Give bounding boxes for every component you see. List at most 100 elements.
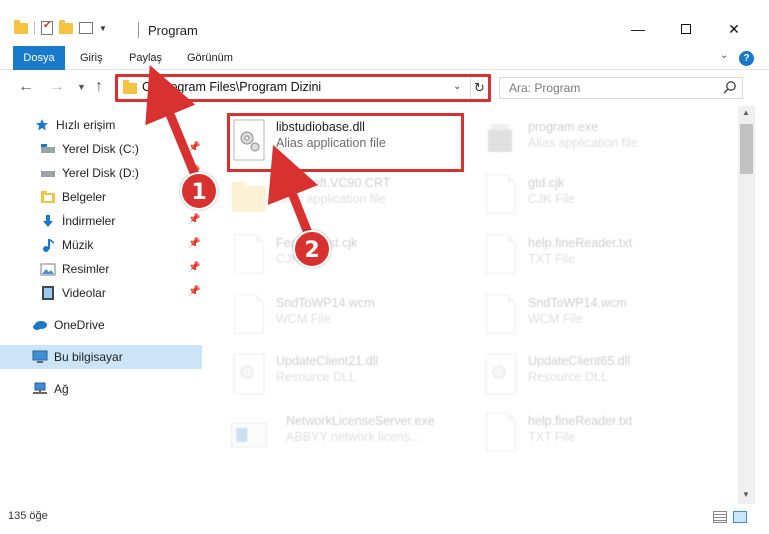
- file-tile-updateclient21[interactable]: UpdateClient21.dll Resource DLL: [230, 348, 470, 404]
- sidebar-item-music[interactable]: Müzik 📌: [0, 233, 202, 257]
- cloud-icon: [32, 317, 48, 333]
- pictures-icon: [40, 261, 56, 277]
- file-name: Microsoft.VC90.CRT: [276, 176, 391, 190]
- chevron-down-icon[interactable]: ▼: [99, 24, 107, 33]
- search-placeholder: Ara: Program: [509, 81, 581, 95]
- search-input[interactable]: Ara: Program: [499, 77, 743, 99]
- toolbar-divider: [34, 21, 35, 35]
- dll-gear-icon: [233, 353, 265, 395]
- folder-icon: [123, 80, 137, 94]
- sidebar-item-documents[interactable]: Belgeler 📌: [0, 185, 202, 209]
- properties-check-icon[interactable]: [41, 20, 53, 35]
- pin-icon[interactable]: 📌: [188, 214, 200, 225]
- file-name: help.fineReader.txt: [528, 236, 633, 250]
- file-type: Resource DLL: [276, 370, 356, 384]
- file-tile-vc90-folder[interactable]: Microsoft.VC90.CRT Alias application fil…: [230, 170, 470, 226]
- download-icon: [40, 213, 56, 229]
- file-tile-help-txt[interactable]: help.fineReader.txt TXT File: [482, 230, 722, 286]
- sidebar-item-videos[interactable]: Videolar 📌: [0, 281, 202, 305]
- window-title: Program: [148, 23, 198, 38]
- sidebar-item-this-pc[interactable]: Bu bilgisayar: [0, 345, 202, 369]
- back-button[interactable]: ←: [18, 78, 34, 96]
- file-type: Resource DLL: [528, 370, 608, 384]
- large-icons-view-icon[interactable]: [733, 511, 747, 523]
- sidebar-item-local-disk-d[interactable]: Yerel Disk (D:) 📌: [0, 161, 202, 185]
- file-tile-updateclient65[interactable]: UpdateClient65.dll Resource DLL: [482, 348, 722, 404]
- file-type: Alias application file: [276, 192, 386, 206]
- file-name: UpdateClient21.dll: [276, 354, 379, 368]
- star-icon: [34, 117, 50, 133]
- callout-step-2: 2: [293, 230, 331, 268]
- status-bar: 135 öğe: [0, 504, 769, 534]
- recent-locations-chevron-icon[interactable]: ▼: [77, 82, 86, 92]
- file-name: program.exe: [528, 120, 599, 134]
- sidebar-item-label: Videolar: [62, 286, 106, 300]
- scroll-up-icon[interactable]: ▲: [742, 108, 750, 117]
- file-tile-program-exe[interactable]: program.exe Alias application file: [482, 114, 722, 170]
- search-icon[interactable]: [722, 80, 738, 96]
- file-tile-sndtowp14-b[interactable]: SndToWP14.wcm WCM File: [482, 290, 722, 346]
- file-tile-sndtowp14-a[interactable]: SndToWP14.wcm WCM File: [230, 290, 470, 346]
- sidebar-item-label: Müzik: [62, 238, 94, 252]
- up-button[interactable]: ↑: [95, 78, 103, 96]
- sidebar-item-label: Resimler: [62, 262, 110, 276]
- sidebar-item-pictures[interactable]: Resimler 📌: [0, 257, 202, 281]
- file-icon: [482, 174, 520, 220]
- file-type: Alias application file: [528, 136, 638, 150]
- file-type: ABBYY network licens...: [286, 430, 421, 444]
- tab-view[interactable]: Görünüm: [187, 47, 233, 69]
- callout-step-1: 1: [180, 172, 218, 210]
- video-icon: [40, 285, 56, 301]
- sidebar-item-local-disk-c[interactable]: Yerel Disk (C:) 📌: [0, 137, 202, 161]
- item-count: 135 öğe: [8, 510, 48, 522]
- sidebar-item-label: Hızlı erişim: [56, 118, 116, 132]
- file-icon: [482, 234, 520, 280]
- maximize-icon: [681, 24, 691, 34]
- sidebar-item-onedrive[interactable]: OneDrive: [0, 313, 202, 337]
- sidebar-item-label: Bu bilgisayar: [54, 350, 123, 364]
- address-path[interactable]: C:\Program Files\Program Dizini: [142, 80, 321, 94]
- tab-share[interactable]: Paylaş: [129, 47, 162, 69]
- drive-icon: [40, 165, 56, 181]
- sidebar-item-quick-access[interactable]: Hızlı erişim: [0, 113, 202, 137]
- file-type: TXT File: [528, 252, 575, 266]
- details-view-icon[interactable]: [713, 511, 727, 523]
- vertical-scrollbar[interactable]: ▲ ▼: [738, 106, 755, 504]
- pin-icon[interactable]: 📌: [188, 262, 200, 273]
- file-type: CJK File: [528, 192, 576, 206]
- file-tile-networklicenseserver[interactable]: NetworkLicenseServer.exe ABBYY network l…: [230, 408, 470, 464]
- refresh-button[interactable]: ↻: [470, 77, 488, 99]
- scroll-thumb[interactable]: [740, 124, 753, 174]
- maximize-button[interactable]: [663, 14, 709, 44]
- file-name: UpdateClient65.dll: [528, 354, 631, 368]
- forward-button[interactable]: →: [49, 78, 65, 96]
- sidebar-item-label: OneDrive: [54, 318, 105, 332]
- navigation-pane: Hızlı erişim Yerel Disk (C:) 📌 Yerel Dis…: [0, 106, 206, 504]
- scroll-down-icon[interactable]: ▼: [742, 490, 750, 499]
- pin-icon[interactable]: 📌: [188, 286, 200, 297]
- title-divider: [138, 22, 139, 38]
- file-tile-featurelist-cjk[interactable]: FeatureList.cjk CJK File: [230, 230, 470, 286]
- file-tile-gtd-cjk[interactable]: gtd.cjk CJK File: [482, 170, 722, 226]
- tab-home[interactable]: Giriş: [80, 47, 103, 69]
- help-button[interactable]: ?: [739, 51, 754, 66]
- expand-ribbon-icon[interactable]: ⌄: [720, 50, 728, 61]
- close-button[interactable]: ✕: [711, 14, 757, 44]
- sidebar-item-downloads[interactable]: İndirmeler 📌: [0, 209, 202, 233]
- minimize-button[interactable]: —: [615, 14, 661, 44]
- pin-icon[interactable]: 📌: [188, 142, 200, 153]
- file-name: gtd.cjk: [528, 176, 565, 190]
- file-icon: [482, 294, 520, 340]
- file-type: TXT File: [528, 430, 575, 444]
- address-bar[interactable]: C:\Program Files\Program Dizini ⌄ ↻: [115, 74, 491, 102]
- pin-icon[interactable]: 📌: [188, 238, 200, 249]
- file-name: SndToWP14.wcm: [528, 296, 627, 310]
- customize-toolbar-icon[interactable]: [79, 22, 93, 34]
- address-history-chevron-icon[interactable]: ⌄: [453, 81, 461, 92]
- sidebar-item-label: Yerel Disk (C:): [62, 142, 139, 156]
- file-tile-help-txt-2[interactable]: help.fineReader.txt TXT File: [482, 408, 722, 464]
- sidebar-item-network[interactable]: Ağ: [0, 377, 202, 401]
- new-folder-icon[interactable]: [59, 19, 73, 34]
- tab-file[interactable]: Dosya: [13, 46, 65, 70]
- music-icon: [40, 237, 56, 253]
